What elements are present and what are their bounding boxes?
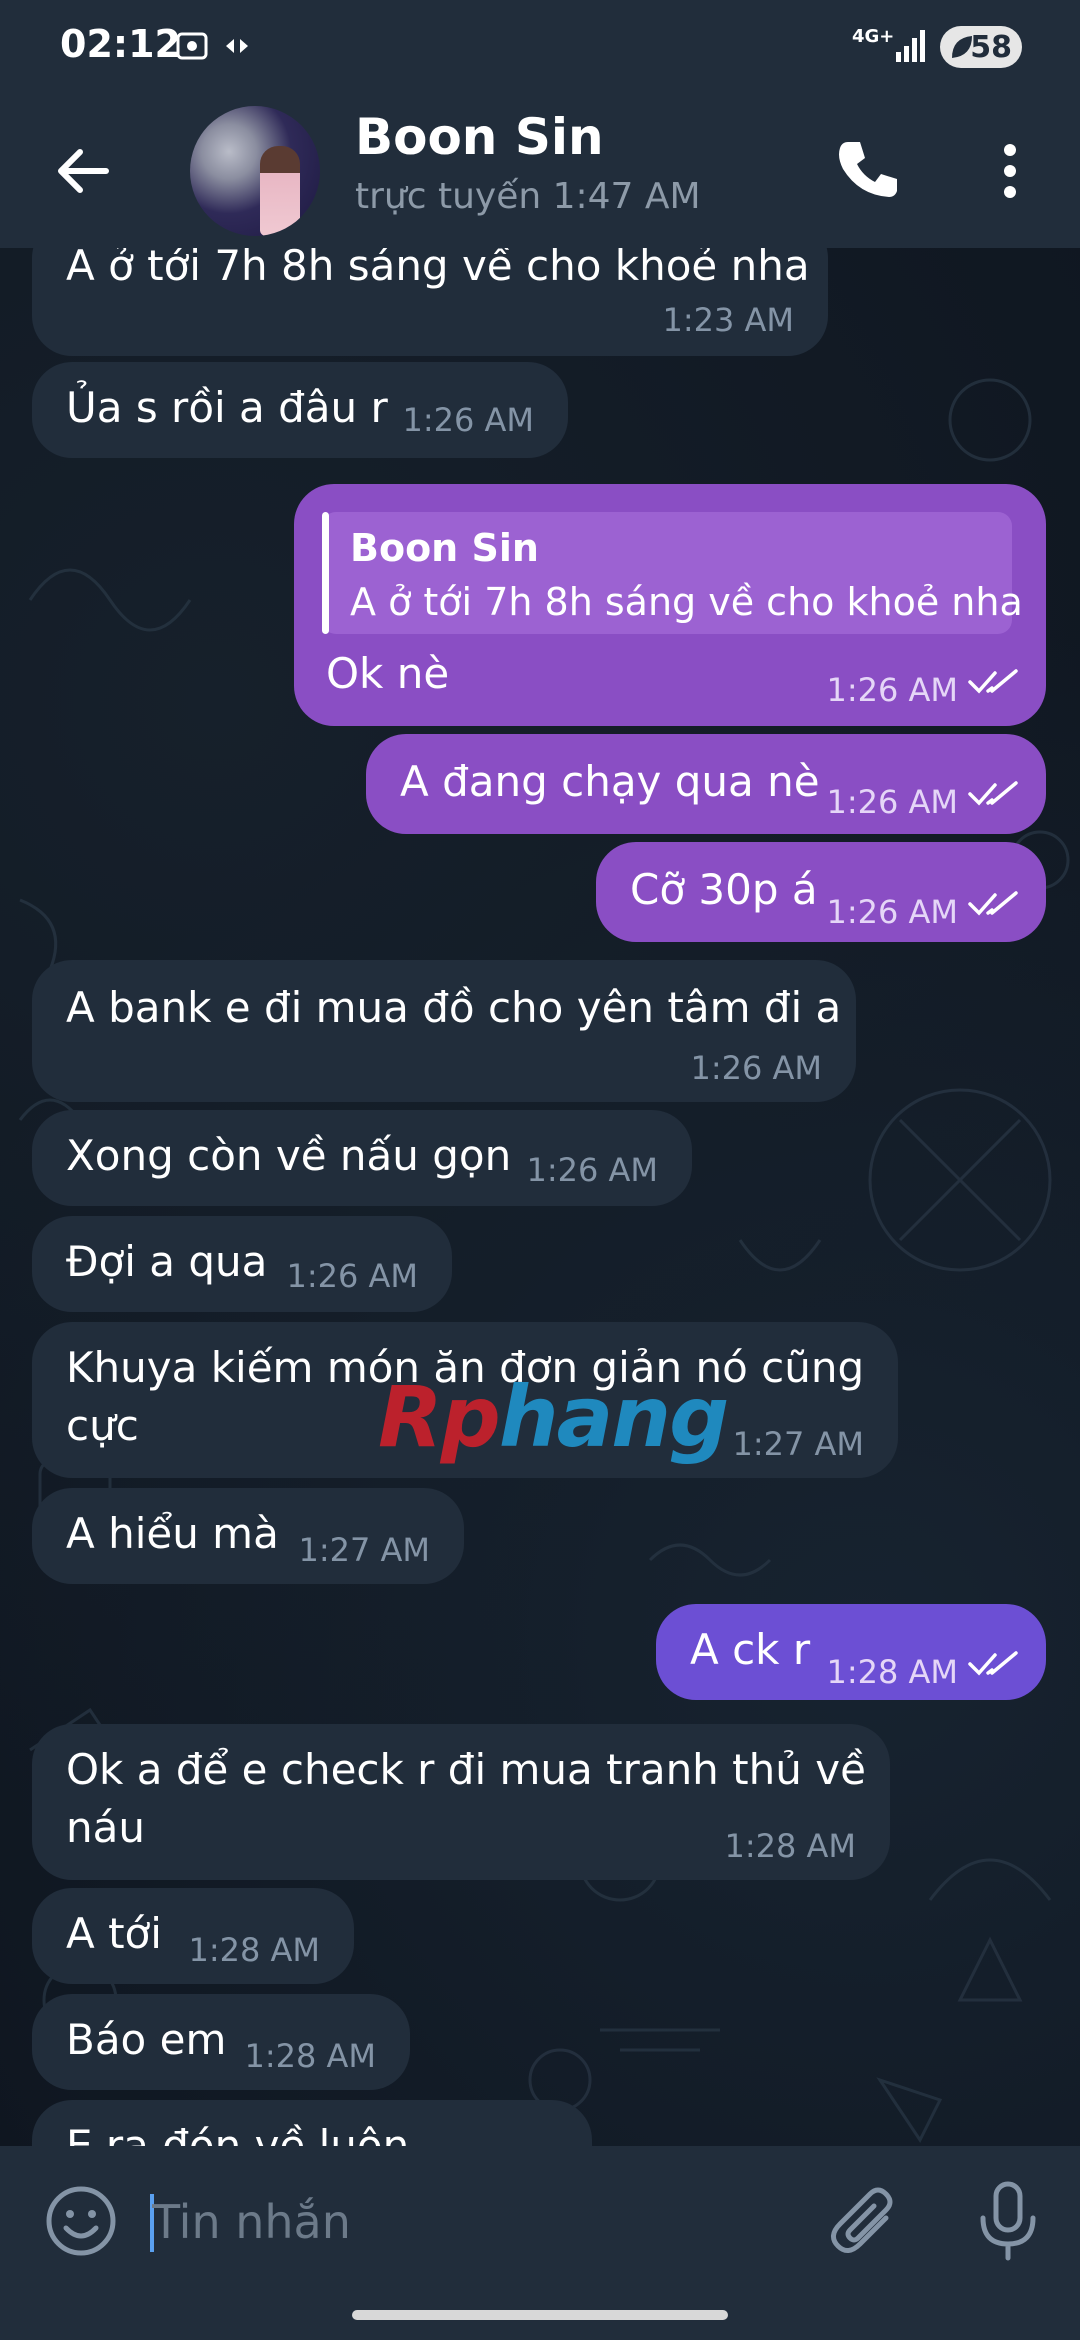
- message-time: 1:26 AM: [526, 1151, 658, 1189]
- watermark-part1: Rp: [378, 1368, 501, 1466]
- arrow-left-icon: [58, 149, 109, 193]
- battery-level: 58: [970, 30, 1012, 65]
- message-time: 1:26 AM: [826, 893, 958, 931]
- message-time: 1:28 AM: [724, 1827, 856, 1865]
- message-text: A đang chạy qua nè: [400, 757, 820, 806]
- reply-bar: [322, 512, 329, 634]
- message-text: A hiểu mà: [66, 1509, 279, 1558]
- reply-text: A ở tới 7h 8h sáng về cho khoẻ nha: [350, 580, 1023, 624]
- message-time: 1:28 AM: [244, 2037, 376, 2075]
- emoji-button[interactable]: [44, 2184, 118, 2258]
- voice-message-button[interactable]: [975, 2180, 1041, 2264]
- message-bubble[interactable]: A hiểu mà 1:27 AM: [32, 1488, 464, 1584]
- message-bubble[interactable]: A bank e đi mua đồ cho yên tâm đi a 1:26…: [32, 960, 856, 1102]
- message-bubble[interactable]: A tới 1:28 AM: [32, 1888, 354, 1984]
- message-text: Báo em: [66, 2015, 227, 2064]
- message-bubble[interactable]: Ủa s rồi a đâu r 1:26 AM: [32, 362, 568, 458]
- message-text: Đợi a qua: [66, 1237, 268, 1286]
- read-receipt-icon: [968, 781, 1018, 806]
- back-button[interactable]: [48, 136, 118, 206]
- status-time: 02:12: [60, 22, 181, 66]
- smiley-icon: [46, 2186, 116, 2256]
- reply-sender: Boon Sin: [350, 526, 539, 570]
- signal-icon: [894, 26, 928, 74]
- more-vertical-icon: [1004, 144, 1016, 198]
- read-receipt-icon: [968, 1651, 1018, 1676]
- message-bubble[interactable]: Đợi a qua 1:26 AM: [32, 1216, 452, 1312]
- message-time: 1:23 AM: [662, 301, 794, 339]
- message-text: A tới: [66, 1909, 162, 1958]
- message-time: 1:26 AM: [826, 783, 958, 821]
- chat-screen: 02:12 4G+ 58 Boon Sin trực tuyến 1:47 AM: [0, 0, 1080, 2340]
- sync-arrows-icon: [222, 26, 252, 74]
- message-bubble[interactable]: E ra đón về luôn: [32, 2100, 592, 2146]
- network-type-icon: 4G+: [852, 26, 895, 47]
- message-bubble[interactable]: Xong còn về nấu gọn 1:26 AM: [32, 1110, 692, 1206]
- message-text: Xong còn về nấu gọn: [66, 1131, 512, 1180]
- microphone-icon: [980, 2181, 1036, 2261]
- message-bubble[interactable]: A ck r 1:28 AM: [656, 1604, 1046, 1700]
- watermark-logo: Rphang: [378, 1368, 729, 1466]
- message-time: 1:28 AM: [188, 1931, 320, 1969]
- composer-bar: [0, 2146, 1080, 2296]
- message-bubble[interactable]: A ở tới 7h 8h sáng về cho khoẻ nha 1:23 …: [32, 248, 828, 356]
- avatar-photo: [260, 146, 300, 236]
- avatar[interactable]: [190, 106, 320, 236]
- message-text: Ủa s rồi a đâu r: [66, 383, 388, 432]
- message-text: A ở tới 7h 8h sáng về cho khoẻ nha: [66, 248, 810, 290]
- message-bubble[interactable]: Cỡ 30p á 1:26 AM: [596, 842, 1046, 942]
- message-time: 1:27 AM: [732, 1425, 864, 1463]
- message-text-line2: náu: [66, 1803, 145, 1852]
- screen-record-icon: [172, 26, 212, 74]
- message-text: Ok nè: [326, 649, 450, 698]
- message-time: 1:26 AM: [690, 1049, 822, 1087]
- message-text-line2: cực: [66, 1401, 139, 1450]
- more-options-button[interactable]: [990, 136, 1030, 206]
- message-text: Cỡ 30p á: [630, 865, 818, 914]
- contact-status: trực tuyến 1:47 AM: [355, 176, 701, 217]
- chat-header: Boon Sin trực tuyến 1:47 AM: [0, 96, 1080, 248]
- paperclip-icon: [831, 2187, 893, 2253]
- message-input[interactable]: [150, 2176, 794, 2268]
- battery-indicator: 58: [940, 26, 1022, 68]
- status-bar: 02:12 4G+ 58: [0, 0, 1080, 96]
- message-bubble-reply[interactable]: Boon Sin A ở tới 7h 8h sáng về cho khoẻ …: [294, 484, 1046, 726]
- message-bubble[interactable]: Ok a để e check r đi mua tranh thủ về ná…: [32, 1724, 890, 1880]
- message-text: E ra đón về luôn: [66, 2121, 410, 2146]
- message-list[interactable]: A ở tới 7h 8h sáng về cho khoẻ nha 1:23 …: [0, 248, 1080, 2146]
- message-bubble[interactable]: A đang chạy qua nè 1:26 AM: [366, 734, 1046, 834]
- watermark-part2: hang: [498, 1368, 729, 1466]
- message-bubble[interactable]: Báo em 1:28 AM: [32, 1994, 410, 2090]
- call-button[interactable]: [830, 134, 900, 204]
- message-time: 1:26 AM: [826, 671, 958, 709]
- reply-quote[interactable]: Boon Sin A ở tới 7h 8h sáng về cho khoẻ …: [322, 512, 1023, 634]
- message-time: 1:28 AM: [826, 1653, 958, 1691]
- home-indicator[interactable]: [352, 2310, 728, 2320]
- read-receipt-icon: [968, 669, 1018, 694]
- phone-icon: [839, 142, 897, 197]
- message-text: A ck r: [690, 1625, 811, 1674]
- message-text-line1: Ok a để e check r đi mua tranh thủ về: [66, 1745, 866, 1794]
- read-receipt-icon: [968, 891, 1018, 916]
- contact-name[interactable]: Boon Sin: [355, 108, 604, 166]
- system-nav-area: [0, 2296, 1080, 2340]
- message-time: 1:26 AM: [286, 1257, 418, 1295]
- message-time: 1:26 AM: [402, 401, 534, 439]
- message-time: 1:27 AM: [298, 1531, 430, 1569]
- message-text: A bank e đi mua đồ cho yên tâm đi a: [66, 983, 842, 1032]
- attach-button[interactable]: [830, 2182, 904, 2262]
